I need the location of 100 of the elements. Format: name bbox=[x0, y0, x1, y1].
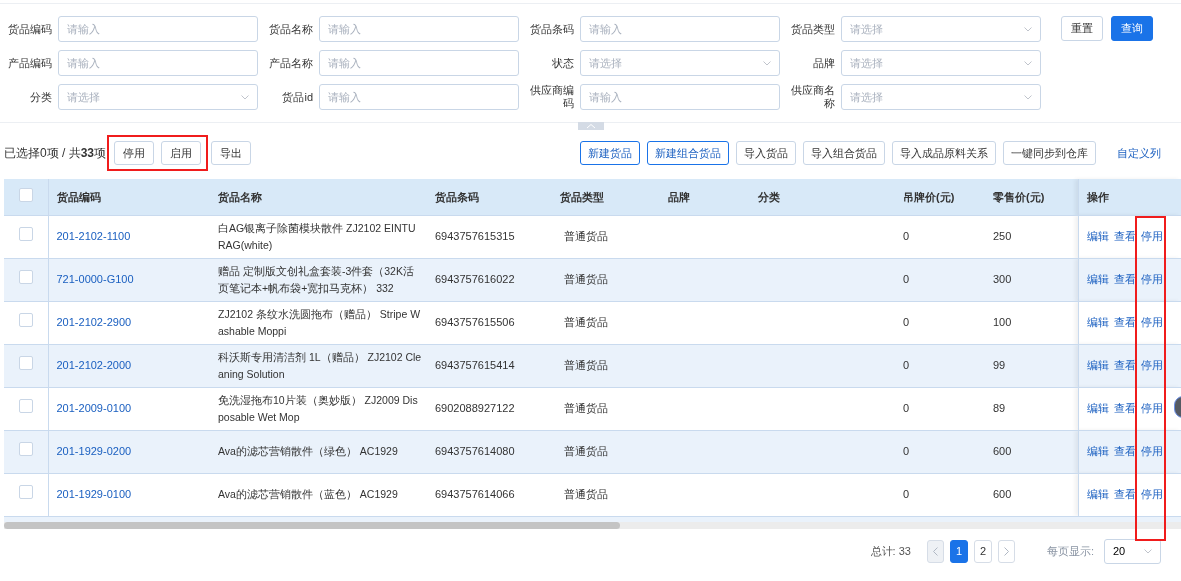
bulk-action-button[interactable]: 启用 bbox=[161, 141, 202, 165]
input-field[interactable]: 请输入 bbox=[58, 50, 258, 76]
goods-code-link[interactable]: 201-2102-2000 bbox=[56, 359, 132, 372]
reset-button[interactable]: 重置 bbox=[1061, 16, 1103, 41]
row-action-link[interactable]: 编辑 bbox=[1086, 443, 1109, 460]
previous-page-button[interactable] bbox=[926, 540, 944, 563]
toolbar-button[interactable]: 导入货品 bbox=[736, 141, 796, 165]
toolbar-button[interactable]: 新建组合货品 bbox=[647, 141, 729, 165]
collapse-tab-icon[interactable] bbox=[577, 122, 604, 130]
goods-name: ZJ2102 条纹水洗圆拖布（赠品） Stripe Washable Moppi bbox=[218, 306, 422, 339]
row-action-link[interactable]: 编辑 bbox=[1086, 486, 1109, 503]
row-action-link[interactable]: 停用 bbox=[1140, 314, 1163, 331]
checkbox[interactable] bbox=[18, 187, 33, 202]
column-header: 货品名称 bbox=[210, 179, 427, 215]
filter-label: 供应商名称 bbox=[790, 84, 836, 110]
input-field[interactable]: 请输入 bbox=[319, 50, 519, 76]
filter-label: 供应商编码 bbox=[529, 84, 575, 110]
checkbox[interactable] bbox=[18, 399, 33, 414]
checkbox[interactable] bbox=[18, 227, 33, 242]
row-action-link[interactable]: 查看 bbox=[1113, 357, 1136, 374]
input-field[interactable]: 请输入 bbox=[319, 84, 519, 110]
page-size-select[interactable]: 20 bbox=[1104, 539, 1161, 564]
row-action-link[interactable]: 停用 bbox=[1140, 271, 1163, 288]
input-field[interactable]: 请输入 bbox=[580, 84, 780, 110]
filter-label: 分类 bbox=[29, 90, 53, 104]
row-action-link[interactable]: 查看 bbox=[1113, 228, 1136, 245]
goods-type: 普通货品 bbox=[564, 316, 608, 329]
checkbox[interactable] bbox=[18, 356, 33, 371]
goods-code-link[interactable]: 201-2102-2900 bbox=[56, 316, 132, 329]
page-button[interactable]: 2 bbox=[973, 540, 992, 563]
filter-label: 状态 bbox=[551, 56, 575, 70]
row-action-link[interactable]: 编辑 bbox=[1086, 271, 1109, 288]
toolbar-button[interactable]: 新建货品 bbox=[580, 141, 640, 165]
row-action-link[interactable]: 停用 bbox=[1140, 357, 1163, 374]
tag-price: 0 bbox=[903, 273, 910, 286]
filter-label: 产品编码 bbox=[7, 56, 53, 70]
goods-type: 普通货品 bbox=[564, 402, 608, 415]
column-header: 货品条码 bbox=[427, 179, 552, 215]
filter-label: 产品名称 bbox=[268, 56, 314, 70]
filter-label: 品牌 bbox=[812, 56, 836, 70]
next-page-button[interactable] bbox=[997, 540, 1015, 563]
retail-price: 600 bbox=[993, 445, 1012, 458]
row-action-link[interactable]: 编辑 bbox=[1086, 357, 1109, 374]
column-header: 零售价(元) bbox=[985, 179, 1078, 215]
filter-label: 货品类型 bbox=[790, 22, 836, 36]
toolbar-button[interactable]: 导入成品原料关系 bbox=[892, 141, 996, 165]
goods-type: 普通货品 bbox=[564, 359, 608, 372]
goods-name: 赠品 定制版文创礼盒套装-3件套（32K活页笔记本+帆布袋+宽扣马克杯） 332 bbox=[218, 263, 415, 296]
tag-price: 0 bbox=[903, 359, 910, 372]
toolbar-button[interactable]: 一键同步到仓库 bbox=[1003, 141, 1096, 165]
row-action-link[interactable]: 停用 bbox=[1140, 443, 1163, 460]
goods-code-link[interactable]: 201-2009-0100 bbox=[56, 402, 132, 415]
page-button[interactable]: 1 bbox=[949, 540, 968, 563]
checkbox[interactable] bbox=[18, 485, 33, 500]
goods-code-link[interactable]: 721-0000-G100 bbox=[56, 273, 134, 286]
goods-code-link[interactable]: 201-1929-0200 bbox=[56, 445, 132, 458]
column-header: 分类 bbox=[750, 179, 895, 215]
row-action-link[interactable]: 停用 bbox=[1140, 400, 1163, 417]
query-button[interactable]: 查询 bbox=[1111, 16, 1153, 41]
checkbox[interactable] bbox=[18, 313, 33, 328]
export-button[interactable]: 导出 bbox=[211, 141, 252, 165]
checkbox[interactable] bbox=[18, 270, 33, 285]
retail-price: 300 bbox=[993, 273, 1012, 286]
row-action-link[interactable]: 停用 bbox=[1140, 486, 1163, 503]
chevron-down-icon bbox=[1024, 60, 1032, 66]
row-action-link[interactable]: 查看 bbox=[1113, 443, 1136, 460]
row-action-link[interactable]: 编辑 bbox=[1086, 314, 1109, 331]
chevron-down-icon bbox=[1024, 94, 1032, 100]
goods-code-link[interactable]: 201-1929-0100 bbox=[56, 488, 132, 501]
input-field[interactable]: 请输入 bbox=[580, 16, 780, 42]
bulk-action-button[interactable]: 停用 bbox=[114, 141, 155, 165]
column-header: 货品类型 bbox=[552, 179, 660, 215]
page-size-label: 每页显示: bbox=[1046, 544, 1094, 560]
chevron-left-icon bbox=[932, 547, 938, 556]
row-action-link[interactable]: 编辑 bbox=[1086, 228, 1109, 245]
goods-name: 免洗湿拖布10片装（奥妙版） ZJ2009 Disposable Wet Mop bbox=[218, 392, 419, 425]
column-header: 吊牌价(元) bbox=[895, 179, 985, 215]
row-action-link[interactable]: 查看 bbox=[1113, 271, 1136, 288]
column-header: 品牌 bbox=[660, 179, 750, 215]
retail-price: 89 bbox=[993, 402, 1006, 415]
goods-type: 普通货品 bbox=[564, 445, 608, 458]
customize-columns-link[interactable]: 自定义列 bbox=[1117, 144, 1161, 162]
goods-type: 普通货品 bbox=[564, 273, 608, 286]
checkbox[interactable] bbox=[18, 442, 33, 457]
toolbar-button[interactable]: 导入组合货品 bbox=[803, 141, 885, 165]
input-field[interactable]: 请输入 bbox=[319, 16, 519, 42]
filter-label: 货品编码 bbox=[7, 22, 53, 36]
row-action-link[interactable]: 查看 bbox=[1113, 400, 1136, 417]
filter-label: 货品名称 bbox=[268, 22, 314, 36]
input-field[interactable]: 请输入 bbox=[58, 16, 258, 42]
row-action-link[interactable]: 停用 bbox=[1140, 228, 1163, 245]
chevron-right-icon bbox=[1003, 547, 1009, 556]
goods-code-link[interactable]: 201-2102-1100 bbox=[56, 230, 131, 243]
chevron-down-icon bbox=[1024, 26, 1032, 32]
retail-price: 250 bbox=[993, 230, 1012, 243]
row-action-link[interactable]: 查看 bbox=[1113, 314, 1136, 331]
horizontal-scrollbar-thumb[interactable] bbox=[4, 522, 620, 529]
row-action-link[interactable]: 查看 bbox=[1113, 486, 1136, 503]
column-header: 货品编码 bbox=[48, 179, 210, 215]
row-action-link[interactable]: 编辑 bbox=[1086, 400, 1109, 417]
